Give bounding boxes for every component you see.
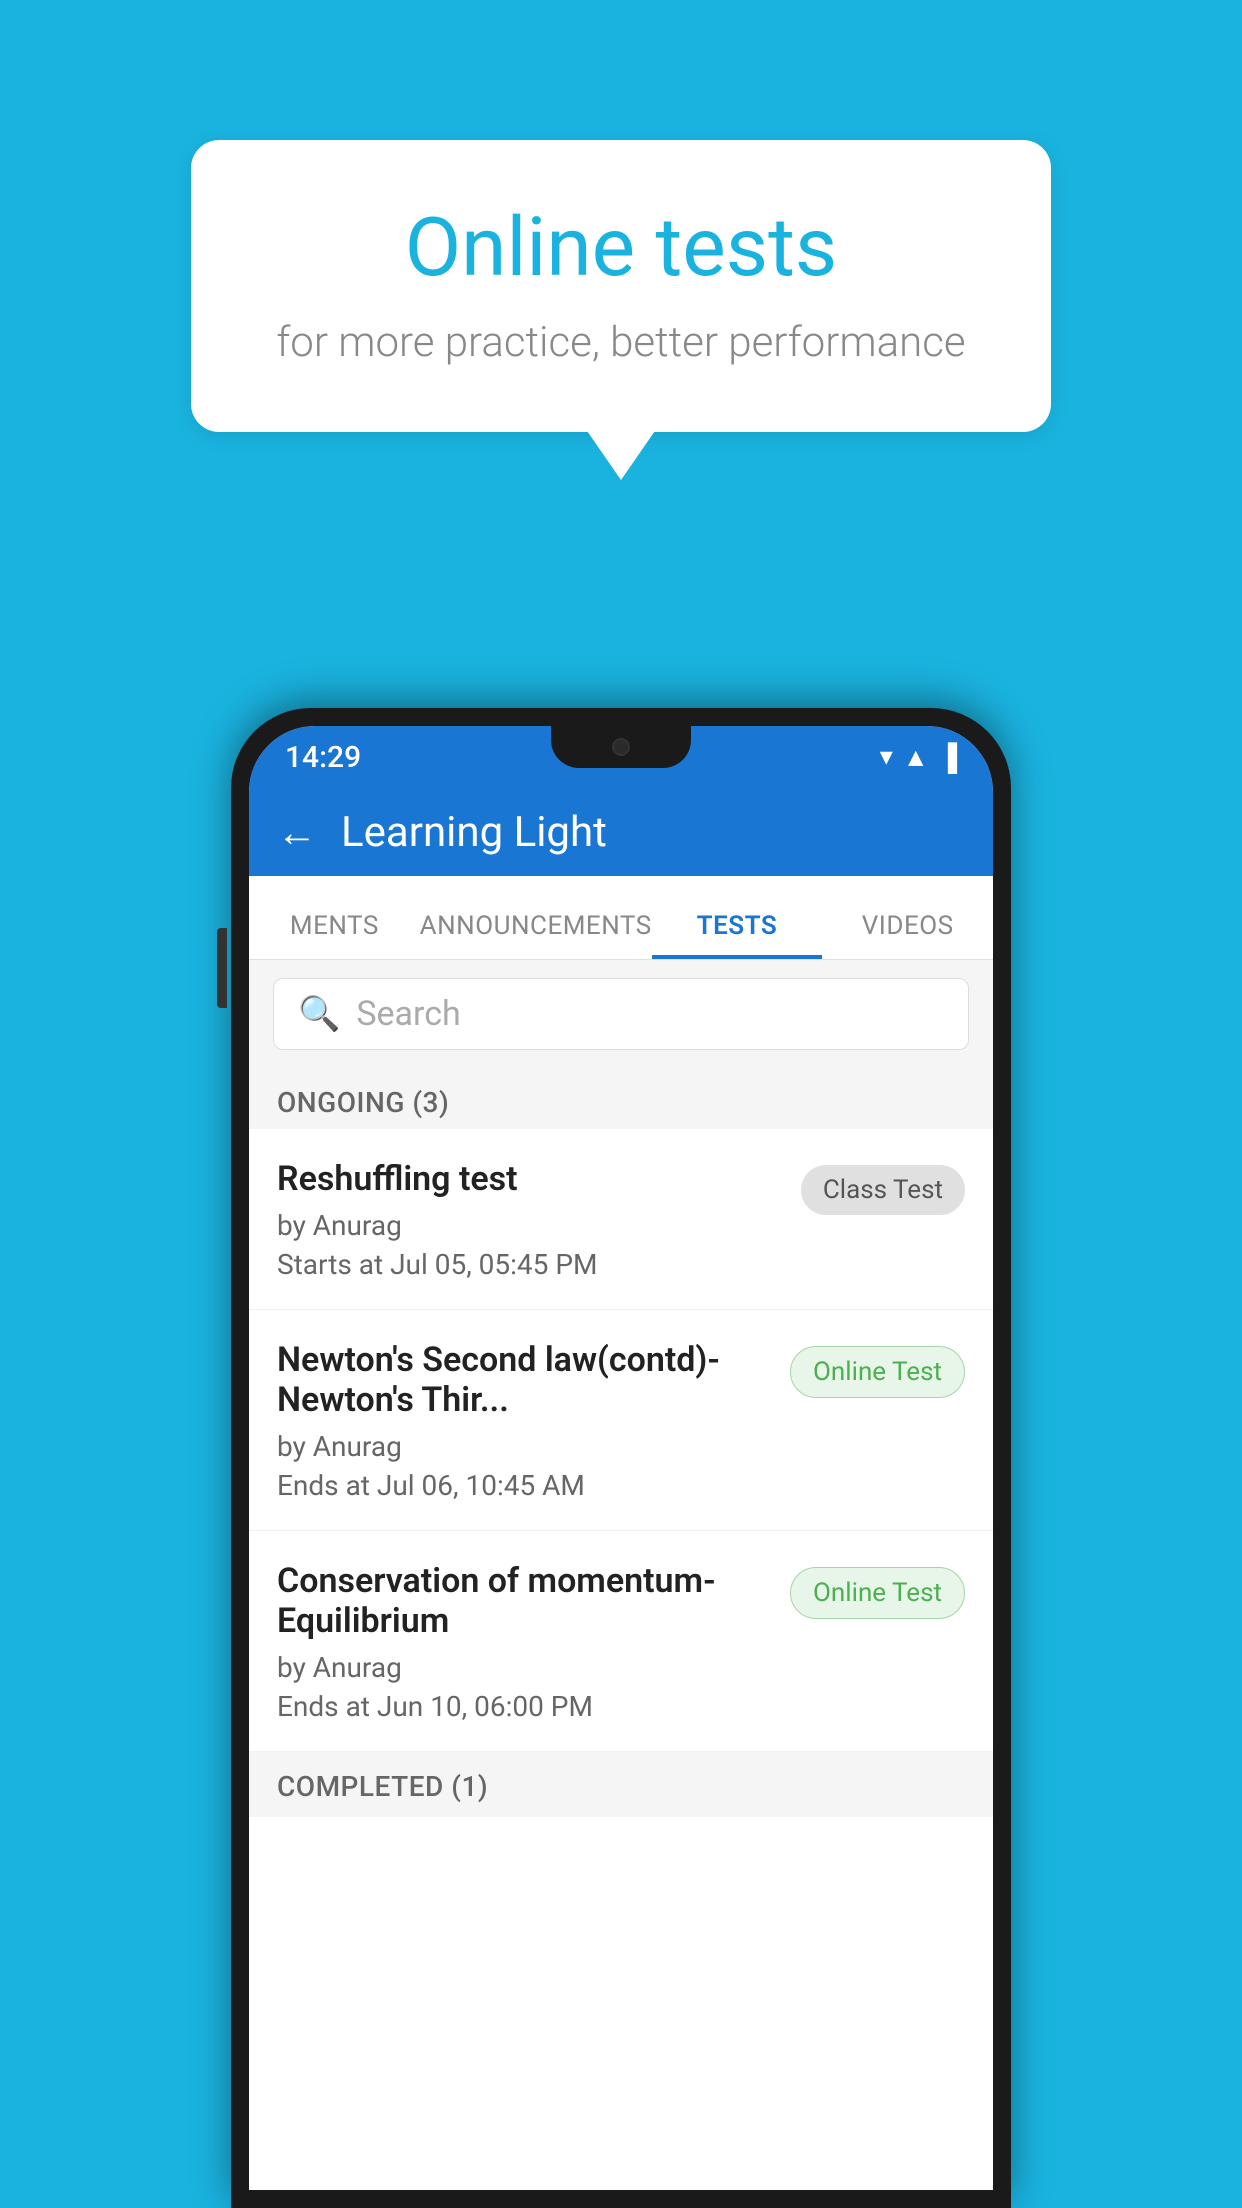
promo-bubble: Online tests for more practice, better p…	[191, 140, 1051, 432]
test-info: Newton's Second law(contd)-Newton's Thir…	[277, 1340, 790, 1502]
search-bar[interactable]: 🔍 Search	[273, 978, 969, 1050]
test-badge: Online Test	[790, 1567, 965, 1619]
tab-announcements[interactable]: ANNOUNCEMENTS	[420, 911, 652, 959]
test-item[interactable]: Conservation of momentum-Equilibrium by …	[249, 1531, 993, 1752]
app-title: Learning Light	[341, 808, 607, 857]
camera	[612, 738, 630, 756]
test-item[interactable]: Reshuffling test by Anurag Starts at Jul…	[249, 1129, 993, 1310]
test-time: Ends at Jul 06, 10:45 AM	[277, 1469, 770, 1502]
test-name: Newton's Second law(contd)-Newton's Thir…	[277, 1340, 770, 1420]
test-time: Ends at Jun 10, 06:00 PM	[277, 1690, 770, 1723]
bubble-title: Online tests	[261, 200, 981, 296]
bubble-subtitle: for more practice, better performance	[261, 318, 981, 367]
phone-notch	[551, 726, 691, 768]
status-icons: ▾ ▲ ▐	[880, 742, 957, 773]
test-info: Reshuffling test by Anurag Starts at Jul…	[277, 1159, 801, 1281]
wifi-icon: ▾	[880, 742, 893, 772]
search-container: 🔍 Search	[249, 960, 993, 1068]
test-item[interactable]: Newton's Second law(contd)-Newton's Thir…	[249, 1310, 993, 1531]
test-author: by Anurag	[277, 1651, 770, 1684]
tab-videos[interactable]: VIDEOS	[822, 911, 993, 959]
signal-icon: ▲	[903, 742, 929, 773]
test-badge: Online Test	[790, 1346, 965, 1398]
phone-mockup: 14:29 ▾ ▲ ▐ ← Learning Light MENTS ANNOU…	[231, 708, 1011, 2208]
ongoing-header: ONGOING (3)	[249, 1068, 993, 1129]
test-badge: Class Test	[801, 1165, 965, 1215]
search-placeholder: Search	[356, 994, 460, 1034]
bubble-card: Online tests for more practice, better p…	[191, 140, 1051, 432]
back-button[interactable]: ←	[277, 809, 317, 856]
test-author: by Anurag	[277, 1209, 781, 1242]
tabs-bar: MENTS ANNOUNCEMENTS TESTS VIDEOS	[249, 876, 993, 960]
test-list: Reshuffling test by Anurag Starts at Jul…	[249, 1129, 993, 1752]
search-icon: 🔍	[298, 994, 340, 1034]
tab-ments[interactable]: MENTS	[249, 911, 420, 959]
phone-screen: 14:29 ▾ ▲ ▐ ← Learning Light MENTS ANNOU…	[249, 726, 993, 2190]
tab-tests[interactable]: TESTS	[652, 911, 823, 959]
battery-icon: ▐	[939, 742, 957, 773]
test-name: Conservation of momentum-Equilibrium	[277, 1561, 770, 1641]
status-time: 14:29	[285, 740, 361, 775]
phone-outer: 14:29 ▾ ▲ ▐ ← Learning Light MENTS ANNOU…	[231, 708, 1011, 2208]
test-name: Reshuffling test	[277, 1159, 781, 1199]
test-author: by Anurag	[277, 1430, 770, 1463]
app-header: ← Learning Light	[249, 788, 993, 876]
completed-header: COMPLETED (1)	[249, 1752, 993, 1817]
test-info: Conservation of momentum-Equilibrium by …	[277, 1561, 790, 1723]
test-time: Starts at Jul 05, 05:45 PM	[277, 1248, 781, 1281]
